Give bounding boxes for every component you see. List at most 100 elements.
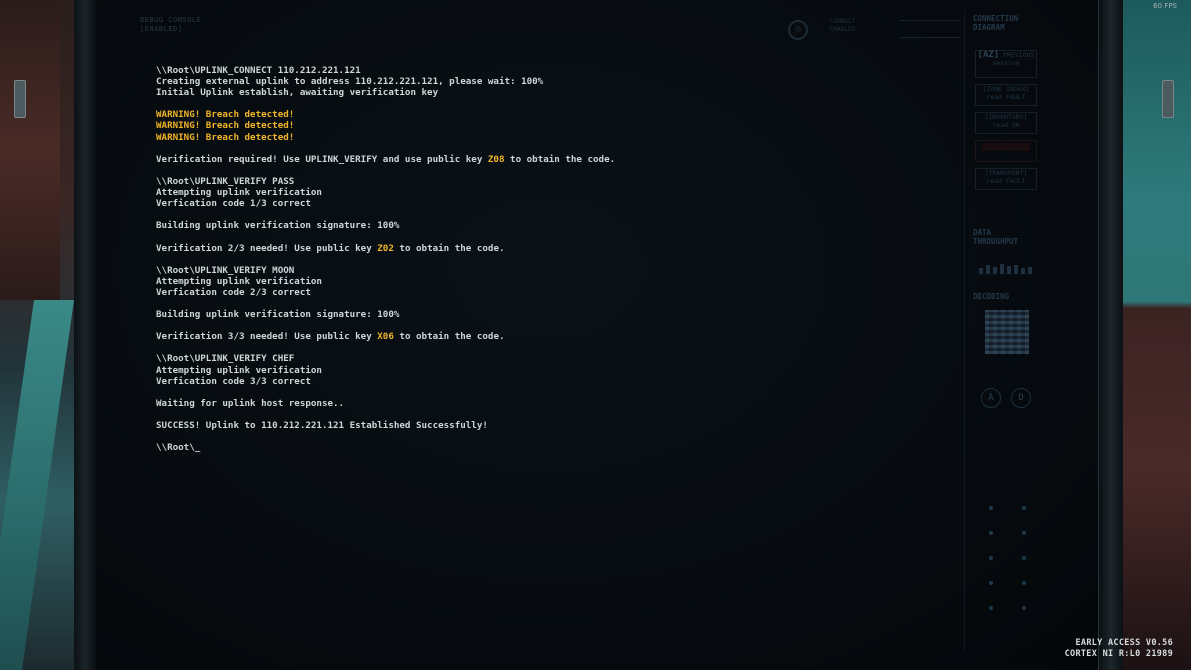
public-key-code: Z08 xyxy=(487,153,505,165)
throughput-bar xyxy=(1014,265,1018,274)
zone-index-state: read FAULT xyxy=(986,93,1026,101)
zone-index-label: [ZONE INDEX] xyxy=(982,85,1030,93)
terminal-line: Attempting uplink verification xyxy=(156,187,322,199)
connection-diagram-title: CONNECTION DIAGRAM xyxy=(973,14,1018,32)
az-node-sub2: session xyxy=(992,59,1020,67)
fps-counter: 60 FPS xyxy=(1153,2,1177,10)
frame-clip-right xyxy=(1162,80,1174,118)
terminal-text: to obtain the code. xyxy=(393,331,505,343)
decoding-noise-image xyxy=(985,310,1029,354)
public-key-code: Z02 xyxy=(377,242,394,254)
terminal-line: Attempting uplink verification xyxy=(156,364,322,376)
throughput-bar xyxy=(1021,268,1025,274)
top-status-line2: ENABLED xyxy=(830,26,856,33)
throughput-bar xyxy=(1007,266,1011,274)
terminal-key-line: Verification 3/3 needed! Use public key … xyxy=(156,331,796,342)
breach-warning-line: WARNING! Breach detected! xyxy=(156,131,295,143)
button-a[interactable]: A xyxy=(981,388,1001,408)
settings-icon[interactable]: ⚙ xyxy=(788,20,808,40)
inventory-node[interactable]: [INVENTORY] read OK xyxy=(975,112,1037,134)
terminal-line: Verfication code 3/3 correct xyxy=(156,375,311,387)
terminal-text: to obtain the code. xyxy=(504,153,616,165)
debug-console-title: DEBUG CONSOLE xyxy=(140,16,202,24)
transport-label: [TRANSPORT] xyxy=(984,169,1028,177)
terminal-line: Verfication code 1/3 correct xyxy=(156,198,311,210)
indicator-dot xyxy=(989,506,993,510)
indicator-dot xyxy=(989,531,993,535)
terminal-line: \\Root\UPLINK_VERIFY CHEF xyxy=(156,353,295,365)
indicator-dot xyxy=(1022,531,1026,535)
frame-clip-left xyxy=(14,80,26,118)
side-panel: CONNECTION DIAGRAM [AZ] PREVIOUS session… xyxy=(964,10,1041,650)
throughput-bar xyxy=(979,268,983,274)
version-line2: CORTEX NI R:L0 21989 xyxy=(1064,649,1173,659)
terminal-line: \\Root\UPLINK_CONNECT 110.212.221.121 xyxy=(156,65,361,76)
data-title-line2: THROUGHPUT xyxy=(973,237,1019,246)
indicator-dot xyxy=(989,556,993,560)
indicator-dot xyxy=(989,581,993,585)
monitor-frame-left xyxy=(74,0,97,670)
data-throughput-title: DATA THROUGHPUT xyxy=(973,228,1018,246)
throughput-bar xyxy=(1028,267,1032,274)
terminal-line: Waiting for uplink host response.. xyxy=(156,397,345,409)
transport-node[interactable]: [TRANSPORT] read FAULT xyxy=(975,168,1037,190)
connection-title-line1: CONNECTION xyxy=(973,14,1019,23)
throughput-bar xyxy=(986,265,990,274)
version-line1: EARLY ACCESS V0.56 xyxy=(1075,638,1173,648)
version-info: EARLY ACCESS V0.56 CORTEX NI R:L0 21989 xyxy=(1065,638,1173,660)
terminal-text: Verification 2/3 needed! Use public key xyxy=(156,242,378,254)
terminal-line: \\Root\UPLINK_VERIFY PASS xyxy=(156,175,295,187)
terminal-text: to obtain the code. xyxy=(393,242,505,254)
decoding-title: DECODING xyxy=(973,292,1010,301)
terminal-line: Building uplink verification signature: … xyxy=(156,309,400,321)
terminal-line: Building uplink verification signature: … xyxy=(156,220,400,232)
indicator-dot xyxy=(1022,606,1026,610)
right-wall xyxy=(1115,0,1191,670)
terminal-line: SUCCESS! Uplink to 110.212.221.121 Estab… xyxy=(156,420,488,431)
terminal-text: Verification required! Use UPLINK_VERIFY… xyxy=(156,153,488,165)
transport-state: read FAULT xyxy=(986,177,1026,185)
az-node-sub: PREVIOUS xyxy=(1003,51,1035,59)
terminal-output[interactable]: \\Root\UPLINK_CONNECT 110.212.221.121 Cre… xyxy=(156,65,796,453)
top-status-bar xyxy=(900,20,960,38)
connection-title-line2: DIAGRAM xyxy=(973,23,1005,32)
throughput-bars xyxy=(979,262,1033,274)
inventory-state: read OK xyxy=(992,121,1020,129)
terminal-line: Attempting uplink verification xyxy=(156,275,322,287)
throughput-bar xyxy=(1000,264,1004,274)
command-prompt[interactable]: \\Root\_ xyxy=(156,442,796,453)
top-status: CONNECT ENABLED xyxy=(830,18,855,34)
throughput-bar xyxy=(993,267,997,274)
inventory-label: [INVENTORY] xyxy=(984,113,1028,121)
az-node[interactable]: [AZ] PREVIOUS session xyxy=(975,50,1037,78)
indicator-dot xyxy=(1022,556,1026,560)
terminal-line: \\Root\UPLINK_VERIFY MOON xyxy=(156,264,295,276)
terminal-line: Initial Uplink establish, awaiting verif… xyxy=(156,87,439,99)
top-status-line1: CONNECT xyxy=(830,18,856,25)
faulted-node[interactable] xyxy=(975,140,1037,162)
indicator-dot xyxy=(989,606,993,610)
monitor-frame-right xyxy=(1098,0,1123,670)
terminal-text: Verification 3/3 needed! Use public key xyxy=(156,331,378,343)
data-title-line1: DATA xyxy=(973,228,992,237)
debug-console-tag: DEBUG CONSOLE [ENABLED] xyxy=(140,16,201,34)
faulted-node-bar xyxy=(982,143,1030,151)
debug-console-state: [ENABLED] xyxy=(140,25,183,33)
public-key-code: X06 xyxy=(377,331,394,343)
indicator-dot xyxy=(1022,581,1026,585)
breach-warning-line: WARNING! Breach detected! xyxy=(156,109,295,121)
button-d[interactable]: D xyxy=(1011,388,1031,408)
terminal-line: Creating external uplink to address 110.… xyxy=(156,76,544,88)
terminal-key-line: Verification required! Use UPLINK_VERIFY… xyxy=(156,154,796,165)
zone-index-node[interactable]: [ZONE INDEX] read FAULT xyxy=(975,84,1037,106)
